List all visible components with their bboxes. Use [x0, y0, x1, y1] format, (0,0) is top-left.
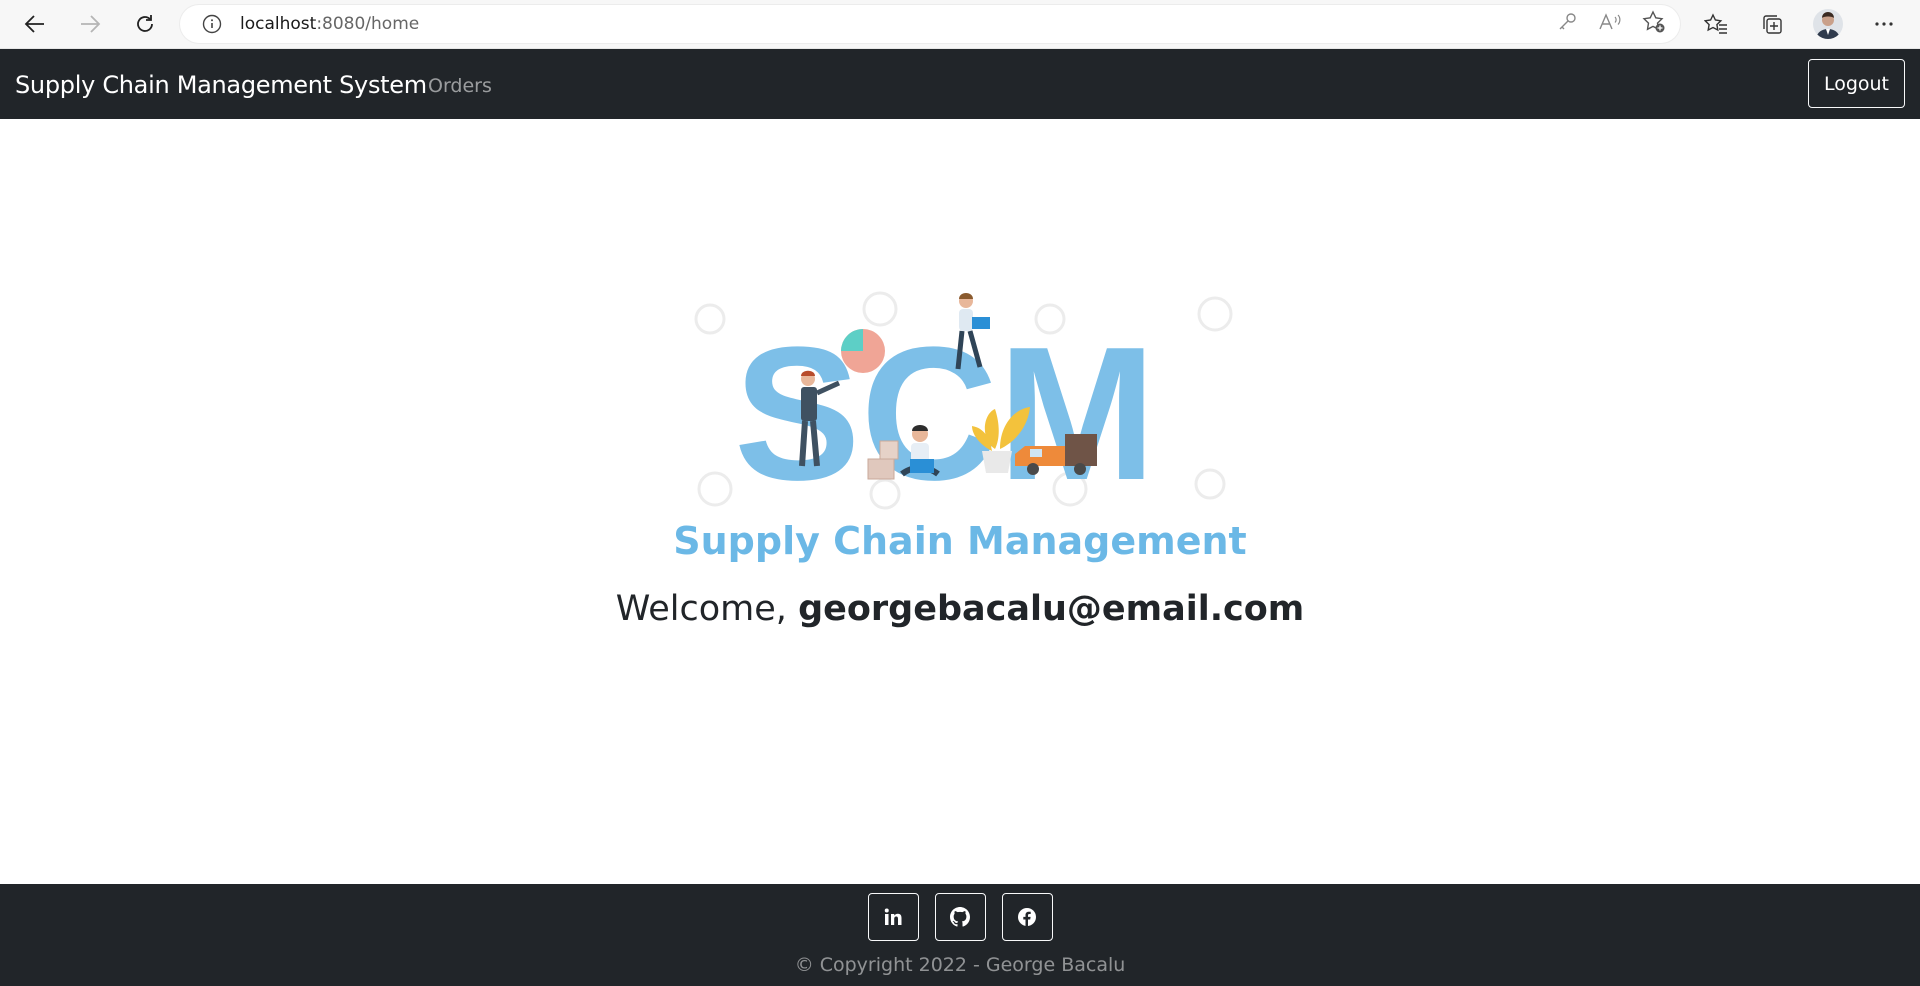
nav-link-orders[interactable]: Orders: [428, 75, 492, 97]
url-path: :8080/home: [316, 14, 420, 34]
favorites-icon[interactable]: [1700, 8, 1732, 40]
github-icon: [950, 907, 970, 927]
address-bar[interactable]: localhost:8080/home: [180, 5, 1680, 43]
main-content: SCM Supply Chain Management Welcome, geo…: [0, 119, 1920, 884]
logo-caption: Supply Chain Management: [673, 519, 1246, 563]
facebook-button[interactable]: [1001, 893, 1053, 941]
key-icon[interactable]: [1556, 11, 1578, 38]
read-aloud-icon[interactable]: [1598, 11, 1622, 38]
reload-icon: [137, 15, 153, 32]
copyright-text: © Copyright 2022 - George Bacalu: [794, 954, 1126, 976]
add-favorite-icon[interactable]: [1642, 9, 1666, 39]
user-email: georgebacalu@email.com: [798, 589, 1305, 629]
arrow-left-icon: [24, 15, 44, 33]
footer: © Copyright 2022 - George Bacalu: [0, 884, 1920, 986]
social-links: [0, 893, 1920, 941]
collections-icon[interactable]: [1756, 8, 1788, 40]
logout-button[interactable]: Logout: [1807, 59, 1905, 108]
facebook-icon: [1018, 908, 1036, 926]
info-icon[interactable]: [202, 14, 222, 34]
forward-button[interactable]: [70, 4, 110, 44]
pie-chart-decoration: [841, 329, 885, 373]
linkedin-button[interactable]: [867, 893, 919, 941]
more-menu-icon[interactable]: [1868, 8, 1900, 40]
avatar: [1813, 9, 1843, 39]
profile-avatar[interactable]: [1812, 8, 1844, 40]
url-text[interactable]: localhost:8080/home: [240, 14, 419, 34]
welcome-message: Welcome, georgebacalu@email.com: [0, 589, 1920, 629]
logo-letters: SCM: [734, 308, 1156, 520]
navbar-brand[interactable]: Supply Chain Management System: [15, 71, 427, 99]
reload-button[interactable]: [125, 4, 165, 44]
url-host: localhost: [240, 14, 317, 34]
arrow-right-icon: [81, 15, 101, 33]
app-navbar: Supply Chain Management System Orders Lo…: [0, 49, 1920, 119]
back-button[interactable]: [15, 4, 55, 44]
browser-toolbar: localhost:8080/home: [0, 0, 1920, 49]
github-button[interactable]: [934, 893, 986, 941]
linkedin-icon: [884, 908, 902, 925]
welcome-prefix: Welcome,: [615, 589, 799, 629]
